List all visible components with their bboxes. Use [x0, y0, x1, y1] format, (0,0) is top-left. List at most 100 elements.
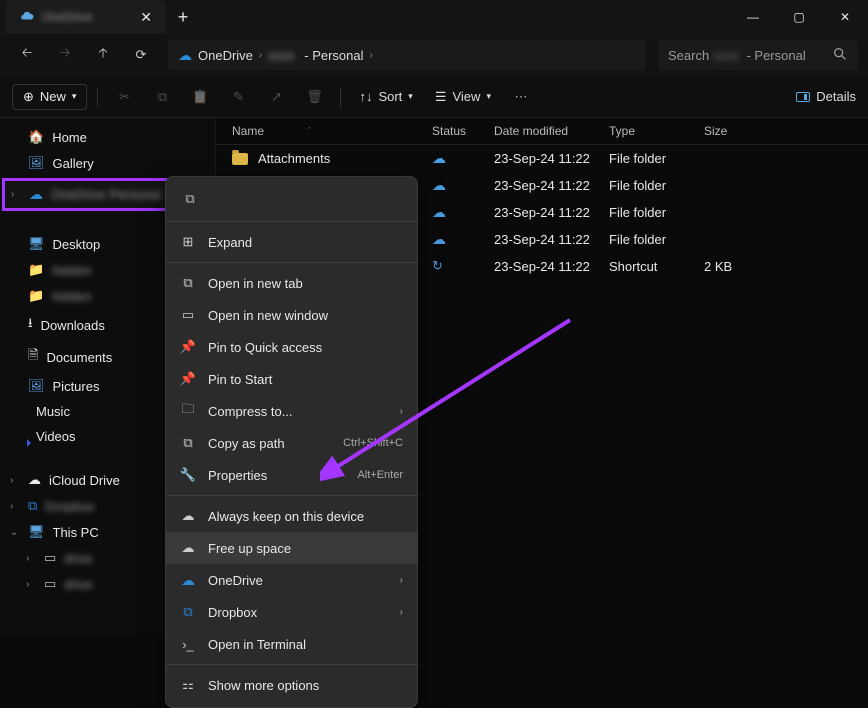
chevron-right-icon[interactable]: ›: [26, 579, 29, 590]
chevron-right-icon: ›: [370, 50, 373, 61]
status-cell: ☁: [432, 177, 494, 194]
sort-button[interactable]: ↑↓ Sort ▾: [351, 85, 420, 108]
cloud-status-icon: ☁: [432, 204, 446, 220]
ctx-open-window[interactable]: ▭ Open in new window: [166, 299, 417, 331]
sidebar-item-label: hidden: [52, 289, 112, 304]
ctx-label: Always keep on this device: [208, 509, 364, 524]
paste-button[interactable]: 📋: [184, 82, 216, 112]
sidebar-item-label: Dropbox: [45, 499, 105, 514]
view-label: View: [452, 89, 480, 104]
ctx-free-up-space[interactable]: ☁ Free up space: [166, 532, 417, 564]
refresh-button[interactable]: ⟳: [124, 40, 158, 70]
cloud-icon: ☁: [180, 540, 196, 556]
sidebar-item-label: OneDrive Personal: [51, 187, 161, 202]
ctx-label: OneDrive: [208, 573, 263, 588]
ctx-dropbox[interactable]: ⧉ Dropbox ›: [166, 596, 417, 628]
onedrive-icon: ☁: [180, 572, 196, 588]
shortcut-text: Ctrl+Shift+C: [343, 437, 403, 449]
separator: [166, 495, 417, 496]
date-cell: 23-Sep-24 11:22: [494, 232, 609, 247]
rename-button[interactable]: ✎: [222, 82, 254, 112]
context-menu: ⧉ ⊞ Expand ⧉ Open in new tab ▭ Open in n…: [165, 176, 418, 708]
details-toggle[interactable]: Details: [796, 89, 856, 104]
close-tab-icon[interactable]: ✕: [136, 9, 156, 26]
separator: [166, 221, 417, 222]
cloud-status-icon: ☁: [432, 231, 446, 247]
sort-label: Sort: [378, 89, 402, 104]
delete-button[interactable]: 🗑: [298, 82, 330, 112]
chevron-right-icon[interactable]: ›: [10, 501, 13, 512]
back-button[interactable]: 🡠: [10, 40, 44, 70]
status-cell: ☁: [432, 150, 494, 167]
folder-icon: [232, 153, 248, 165]
status-cell: ↻: [432, 258, 494, 274]
onedrive-icon: ☁: [29, 186, 43, 203]
cut-button[interactable]: ✂: [108, 82, 140, 112]
window-icon: ▭: [180, 307, 196, 323]
sidebar-item-gallery[interactable]: 🖼 Gallery: [0, 150, 215, 176]
breadcrumb-segment[interactable]: - Personal: [304, 48, 363, 63]
ctx-pin-quick[interactable]: 📌 Pin to Quick access: [166, 331, 417, 363]
search-input[interactable]: Search xxxx - Personal: [658, 40, 858, 70]
column-status[interactable]: Status: [432, 124, 494, 138]
copy-button[interactable]: ⧉: [146, 82, 178, 112]
column-size[interactable]: Size: [704, 124, 774, 138]
drive-icon: ▭: [44, 550, 56, 566]
date-cell: 23-Sep-24 11:22: [494, 151, 609, 166]
plus-circle-icon: ⊕: [23, 89, 34, 105]
sidebar-item-label: drive: [64, 577, 124, 592]
documents-icon: 🗎: [28, 346, 38, 368]
maximize-button[interactable]: ▢: [776, 0, 822, 34]
cloud-status-icon: ☁: [432, 150, 446, 166]
ctx-compress[interactable]: 🗀 Compress to... ›: [166, 395, 417, 427]
sidebar-item-home[interactable]: 🏠 Home: [0, 124, 215, 150]
ctx-onedrive[interactable]: ☁ OneDrive ›: [166, 564, 417, 596]
sidebar-item-label: This PC: [53, 525, 99, 540]
type-cell: Shortcut: [609, 259, 704, 274]
search-placeholder: Search xxxx - Personal: [668, 48, 824, 63]
share-button[interactable]: ↗: [260, 82, 292, 112]
view-button[interactable]: ☰ View ▾: [427, 85, 499, 109]
minimize-button[interactable]: —: [730, 0, 776, 34]
properties-icon: 🔧: [180, 467, 196, 483]
chevron-right-icon[interactable]: ›: [26, 553, 29, 564]
chevron-down-icon[interactable]: ⌄: [10, 527, 18, 538]
address-bar[interactable]: ☁ OneDrive › xxxx - Personal ›: [168, 40, 646, 70]
copy-icon[interactable]: ⧉: [180, 189, 200, 209]
breadcrumb-segment[interactable]: OneDrive: [198, 48, 253, 63]
context-top-actions: ⧉: [166, 183, 417, 217]
ctx-properties[interactable]: 🔧 Properties Alt+Enter: [166, 459, 417, 491]
icloud-icon: ☁: [28, 472, 41, 488]
ctx-pin-start[interactable]: 📌 Pin to Start: [166, 363, 417, 395]
ctx-show-more[interactable]: ⚏ Show more options: [166, 669, 417, 701]
new-tab-button[interactable]: +: [166, 7, 200, 28]
ctx-open-tab[interactable]: ⧉ Open in new tab: [166, 267, 417, 299]
chevron-down-icon: ▾: [486, 91, 491, 102]
column-headers: Name ˆ Status Date modified Type Size: [216, 118, 868, 145]
ctx-expand[interactable]: ⊞ Expand: [166, 226, 417, 258]
window-controls: — ▢ ✕: [730, 0, 868, 34]
chevron-right-icon[interactable]: ›: [10, 475, 13, 486]
cloud-status-icon: ☁: [432, 177, 446, 193]
status-cell: ☁: [432, 204, 494, 221]
folder-icon: 📁: [28, 262, 44, 278]
file-row[interactable]: Attachments ☁ 23-Sep-24 11:22 File folde…: [216, 145, 868, 172]
window-tab[interactable]: OneDrive ✕: [6, 0, 166, 34]
close-window-button[interactable]: ✕: [822, 0, 868, 34]
column-date[interactable]: Date modified: [494, 124, 609, 138]
up-button[interactable]: 🡡: [86, 40, 120, 70]
new-button[interactable]: ⊕ New ▾: [12, 84, 87, 110]
forward-button[interactable]: 🡢: [48, 40, 82, 70]
pictures-icon: 🖼: [28, 378, 45, 394]
ctx-copy-path[interactable]: ⧉ Copy as path Ctrl+Shift+C: [166, 427, 417, 459]
more-button[interactable]: ⋯: [505, 82, 537, 112]
chevron-right-icon[interactable]: ›: [11, 189, 14, 200]
column-type[interactable]: Type: [609, 124, 704, 138]
pin-icon: 📌: [180, 371, 196, 387]
explorer-body: 🏠 Home 🖼 Gallery › ☁ OneDrive Personal 🖥…: [0, 118, 868, 633]
column-name[interactable]: Name ˆ: [232, 124, 432, 138]
separator: [166, 664, 417, 665]
chevron-right-icon: ›: [400, 607, 403, 618]
desktop-icon: 🖥: [28, 236, 45, 252]
ctx-always-keep[interactable]: ☁ Always keep on this device: [166, 500, 417, 532]
